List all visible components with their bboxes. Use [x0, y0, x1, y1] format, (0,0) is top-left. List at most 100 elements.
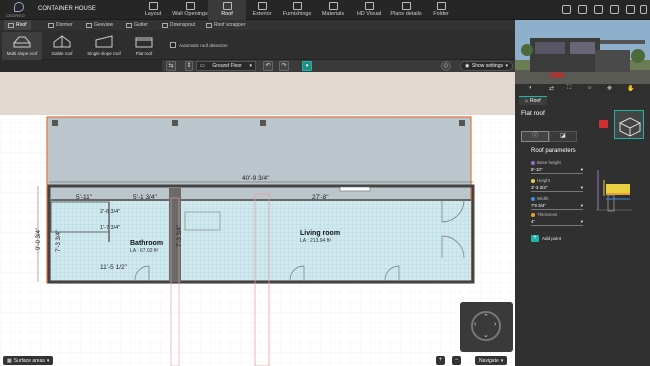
gable-roof-label: Gable roof: [51, 51, 73, 56]
menu-icon[interactable]: [640, 5, 647, 14]
tab-exterior[interactable]: Exterior: [243, 0, 281, 20]
pan-icon[interactable]: ✥: [607, 85, 612, 92]
share-icon[interactable]: [594, 5, 603, 14]
subtab-gesview[interactable]: Gesview: [82, 20, 117, 30]
tab-plans-details[interactable]: Plans details: [386, 0, 426, 20]
multi-slope-roof-label: Multi slope roof: [6, 51, 38, 56]
floor-stepper-icon[interactable]: ⇕: [185, 61, 193, 71]
redo-icon[interactable]: ↷: [279, 61, 289, 71]
eye-icon: ◉: [465, 63, 470, 69]
door-icon: [185, 2, 195, 10]
scrapper-icon: [206, 22, 212, 28]
plus-icon: +: [531, 235, 539, 242]
multi-slope-roof-icon: [13, 36, 31, 48]
flat-roof-button[interactable]: Flat roof: [124, 32, 164, 60]
walk-icon[interactable]: ⇄: [549, 85, 554, 92]
tab-hd-visual[interactable]: HD Visual: [350, 0, 388, 20]
tab-wall-openings[interactable]: Wall Openings: [170, 0, 210, 20]
plan-canvas[interactable]: 40'-9 3/4" 5'-11" 5'-1 3/4" 27'-8" 2'-6 …: [0, 72, 515, 366]
panel-inner-tabs: ⓘ ◪: [521, 131, 577, 142]
show-settings-label: Show settings: [471, 63, 503, 69]
surface-areas-button[interactable]: ▦ Surface areas ▾: [3, 356, 54, 365]
undo-history-icon[interactable]: [578, 5, 587, 14]
dim-27-8: 27'-8": [312, 194, 329, 201]
thickness-field[interactable]: 4" ▾: [531, 217, 583, 226]
3d-preview[interactable]: [515, 20, 650, 93]
downspout-icon: [162, 22, 168, 28]
3d-view-icon[interactable]: ●: [302, 61, 312, 71]
dim-7-3: 7'-3 3/4": [56, 230, 62, 252]
tab-layout[interactable]: Layout: [134, 0, 172, 20]
exterior-area: [0, 72, 515, 115]
preview-toolbar: ◐ ⇄ ⛶ ☼ ✥ ✋: [515, 84, 650, 93]
floor-icon: ▭: [200, 63, 205, 69]
zoom-in-icon[interactable]: +: [436, 356, 445, 365]
zoom-out-icon[interactable]: −: [452, 356, 461, 365]
subtab-gutter[interactable]: Gutter: [122, 20, 152, 30]
delete-icon[interactable]: [599, 120, 608, 128]
subtab-roof-scrapper[interactable]: Roof scrapper: [202, 20, 249, 30]
roof-handle[interactable]: [52, 120, 58, 126]
tab-folder[interactable]: Folder: [422, 0, 460, 20]
pan-right-icon[interactable]: ›: [494, 321, 496, 328]
multi-slope-roof-button[interactable]: Multi slope roof: [2, 32, 42, 60]
add-point-button[interactable]: + Add point: [531, 235, 561, 242]
tab-materials[interactable]: Materials: [314, 0, 352, 20]
roof-handle[interactable]: [172, 120, 178, 126]
gutter-icon: [126, 22, 132, 28]
fit-icon[interactable]: ⛶: [567, 85, 571, 92]
floor-plan[interactable]: 40'-9 3/4" 5'-11" 5'-1 3/4" 27'-8" 2'-6 …: [0, 72, 515, 366]
info-tab[interactable]: ⓘ: [521, 131, 549, 142]
width-field[interactable]: 7'9 3/4" ▾: [531, 201, 583, 210]
tab-furnishings[interactable]: Furnishings: [278, 0, 316, 20]
settings-icon[interactable]: [626, 5, 635, 14]
orbit-icon[interactable]: ◐: [529, 85, 533, 91]
single-slope-roof-button[interactable]: Single slope roof: [84, 32, 124, 60]
tree-icon: [257, 2, 267, 10]
pan-left-icon[interactable]: ‹: [474, 321, 476, 328]
material-tab[interactable]: ◪: [549, 131, 577, 142]
sub-toolbar: Roof Dormer Gesview Gutter Downspout Roo…: [0, 20, 515, 30]
panel-tab-roof[interactable]: ⌂ Roof: [519, 96, 547, 105]
surface-areas-label: Surface areas: [13, 357, 45, 364]
app-logo[interactable]: CEDREO: [6, 2, 32, 19]
roof-icon: ⌂: [525, 98, 529, 104]
gable-roof-button[interactable]: Gable roof: [42, 32, 82, 60]
folder-icon: [436, 2, 446, 10]
roof-handle[interactable]: [260, 120, 266, 126]
undo-icon[interactable]: ↶: [263, 61, 273, 71]
subtab-downspout[interactable]: Downspout: [158, 20, 199, 30]
navigate-dropdown[interactable]: Navigate ▾: [475, 356, 508, 365]
navigation-pad[interactable]: ⌃ ⌄ ‹ ›: [460, 302, 513, 352]
floor-select[interactable]: ▭ Ground Floor ▾: [196, 61, 256, 71]
help-icon[interactable]: [562, 5, 571, 14]
dim-5-1: 5'-1 3/4": [133, 194, 157, 201]
show-settings-dropdown[interactable]: ◉ Show settings ▾: [460, 61, 513, 71]
bathroom-name: Bathroom: [130, 240, 163, 247]
dim-9-0: 9'-0 3/4": [36, 228, 42, 250]
layers-icon[interactable]: ◇: [441, 61, 451, 71]
pan-down-icon[interactable]: ⌄: [483, 331, 489, 339]
top-bar: CEDREO CONTAINER HOUSE Layout Wall Openi…: [0, 0, 650, 20]
chevron-down-icon: ▾: [580, 185, 583, 190]
checkbox[interactable]: [170, 42, 176, 48]
sun-icon[interactable]: ☼: [587, 85, 593, 91]
hand-icon[interactable]: ✋: [627, 85, 634, 92]
tab-roof[interactable]: Roof: [208, 0, 246, 20]
chevron-down-icon: ▾: [580, 203, 583, 208]
base-height-field[interactable]: 8'-10" ▾: [531, 165, 583, 174]
swap-view-icon[interactable]: ⇆: [166, 61, 176, 71]
subtab-roof[interactable]: Roof: [4, 20, 31, 30]
height-field[interactable]: 3'-3 3/4" ▾: [531, 183, 583, 192]
subtab-dormer[interactable]: Dormer: [44, 20, 77, 30]
dim-7-3b: 7'-3 3/4": [177, 225, 183, 247]
dim-overall: 40'-9 3/4": [242, 175, 270, 182]
auto-detection-toggle[interactable]: Automatic roof detection: [170, 42, 228, 48]
navigate-label: Navigate: [479, 357, 499, 364]
pan-up-icon[interactable]: ⌃: [483, 313, 489, 321]
chevron-down-icon: ▾: [505, 63, 508, 69]
roof-handle[interactable]: [459, 120, 465, 126]
panel-tab-label: Roof: [530, 98, 541, 104]
chevron-down-icon: ▾: [580, 219, 583, 224]
save-icon[interactable]: [610, 5, 619, 14]
